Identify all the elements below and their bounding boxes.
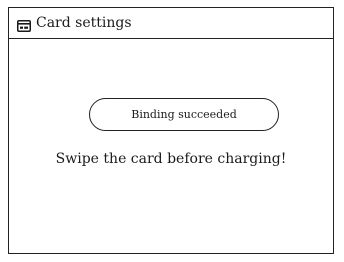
card-settings-screen: Card settings Binding succeeded Swipe th…: [8, 7, 334, 254]
binding-status-badge: Binding succeeded: [89, 98, 279, 131]
title-bar: Card settings: [9, 8, 333, 39]
instruction-message: Swipe the card before charging!: [55, 151, 287, 167]
page-title: Card settings: [36, 15, 132, 31]
card-icon: [17, 17, 31, 32]
binding-status-label: Binding succeeded: [131, 108, 237, 121]
